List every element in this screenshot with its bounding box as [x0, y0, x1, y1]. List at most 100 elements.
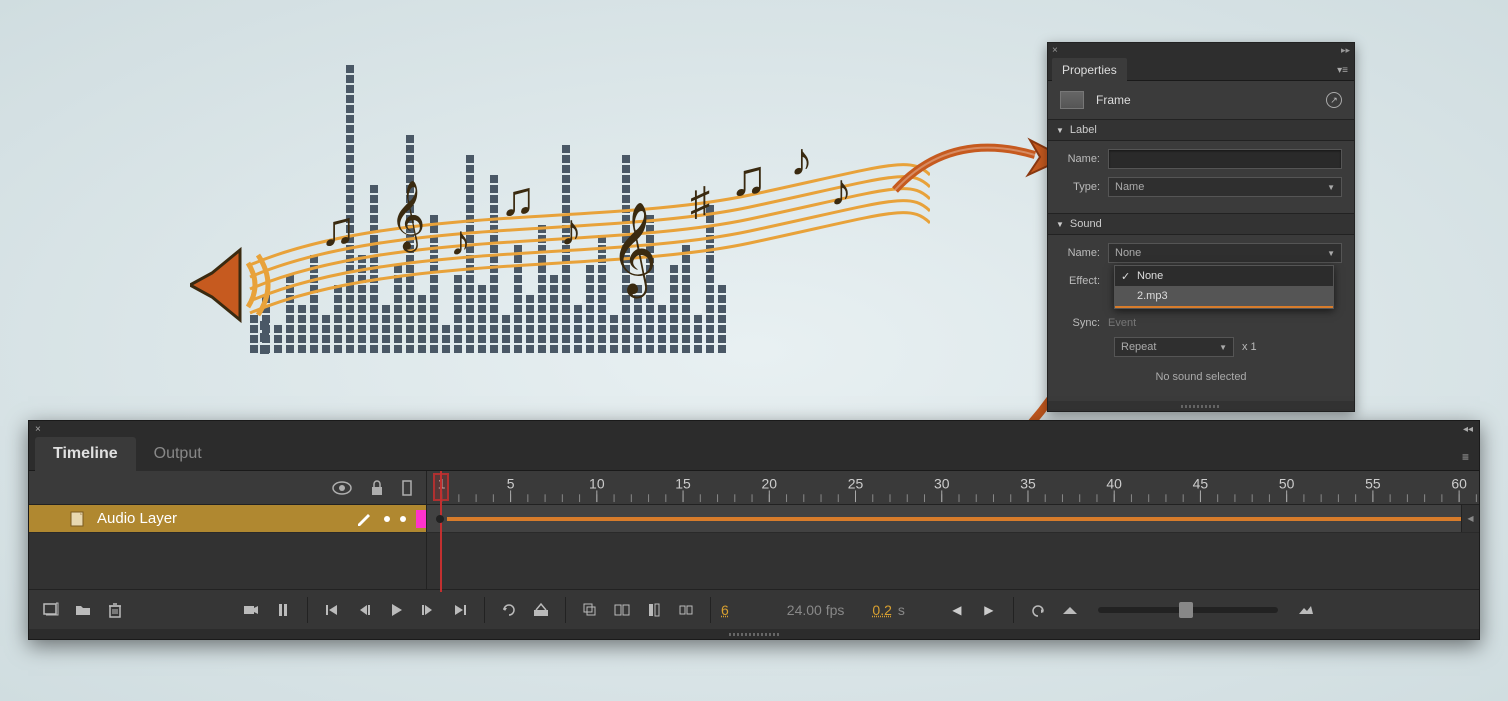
goto-first-button[interactable] [318, 597, 346, 623]
tab-properties[interactable]: Properties [1052, 58, 1127, 81]
panel-menu-icon[interactable]: ▾≡ [1331, 61, 1354, 80]
timeline-menu-icon[interactable]: ≡ [1452, 444, 1479, 470]
sound-repeat-dropdown[interactable]: Repeat ▼ [1114, 337, 1234, 357]
sound-name-value: None [1115, 247, 1141, 259]
step-forward-button[interactable] [414, 597, 442, 623]
svg-text:15: 15 [675, 477, 691, 492]
scroll-right-button[interactable]: ▶ [975, 597, 1003, 623]
svg-text:10: 10 [589, 477, 605, 492]
frame-icon [1060, 91, 1084, 109]
frame-ruler[interactable]: 151015202530354045505560 [427, 471, 1479, 504]
zoom-slider[interactable] [1098, 607, 1278, 613]
onion-skin-button[interactable] [527, 597, 555, 623]
collapse-icon[interactable]: ▸▸ [1341, 45, 1350, 56]
timeline-titlebar[interactable]: × ◂◂ [29, 421, 1479, 437]
pause-button[interactable] [269, 597, 297, 623]
tab-timeline[interactable]: Timeline [35, 437, 136, 471]
svg-text:30: 30 [934, 477, 950, 492]
onion-skin-outlines-button[interactable] [576, 597, 604, 623]
playhead-line[interactable] [440, 471, 442, 592]
fps-value[interactable]: 24.00 fps [787, 602, 845, 618]
outline-icon[interactable] [402, 480, 412, 496]
timeline-toolbar: 6 24.00 fps 0.2 s ◀ ▶ [29, 589, 1479, 629]
play-button[interactable] [382, 597, 410, 623]
close-icon[interactable]: × [1052, 45, 1058, 56]
dropdown-option-none[interactable]: None [1115, 266, 1333, 286]
zoom-in-icon[interactable] [1292, 597, 1320, 623]
caret-icon: ▼ [1327, 183, 1335, 192]
new-folder-button[interactable] [69, 597, 97, 623]
layer-audio[interactable]: Audio Layer [29, 505, 427, 532]
time-value[interactable]: 0.2 [872, 602, 891, 618]
audio-track[interactable] [427, 505, 1479, 532]
help-icon[interactable]: ↗ [1326, 92, 1342, 108]
disclosure-icon: ▼ [1056, 220, 1064, 229]
layer-color-swatch[interactable] [416, 510, 426, 528]
current-frame[interactable]: 6 [721, 602, 729, 618]
sound-repeat-count: x 1 [1242, 341, 1257, 353]
label-type-dropdown[interactable]: Name ▼ [1108, 177, 1342, 197]
lock-dot[interactable] [400, 516, 406, 522]
sound-name-dropdown[interactable]: None ▼ [1108, 243, 1342, 263]
sound-sync-lbl: Sync: [1060, 317, 1100, 329]
tab-output[interactable]: Output [136, 437, 220, 471]
delete-button[interactable] [101, 597, 129, 623]
undo-button[interactable] [1024, 597, 1052, 623]
caret-icon: ▼ [1327, 249, 1335, 258]
pencil-icon[interactable] [356, 510, 374, 528]
new-layer-button[interactable] [37, 597, 65, 623]
zoom-out-icon[interactable] [1056, 597, 1084, 623]
visibility-dot[interactable] [384, 516, 390, 522]
label-name-lbl: Name: [1060, 153, 1100, 165]
svg-text:5: 5 [507, 477, 515, 492]
step-back-button[interactable] [350, 597, 378, 623]
edit-multiple-frames-button[interactable] [608, 597, 636, 623]
svg-text:♫: ♫ [730, 150, 768, 206]
svg-text:♪: ♪ [560, 206, 582, 255]
layer-column-header [29, 471, 427, 504]
section-sound-header[interactable]: ▼ Sound [1048, 213, 1354, 235]
disclosure-icon: ▼ [1056, 126, 1064, 135]
time-unit: s [898, 602, 905, 618]
svg-text:♪: ♪ [790, 134, 813, 185]
svg-text:60: 60 [1451, 477, 1467, 492]
loop-button[interactable] [495, 597, 523, 623]
camera-button[interactable] [237, 597, 265, 623]
scroll-left-button[interactable]: ◀ [943, 597, 971, 623]
svg-text:40: 40 [1106, 477, 1122, 492]
svg-text:35: 35 [1020, 477, 1036, 492]
dropdown-option-2mp3[interactable]: 2.mp3 [1115, 286, 1333, 308]
modify-markers-button[interactable] [640, 597, 668, 623]
svg-text:♯: ♯ [690, 179, 710, 224]
close-icon[interactable]: × [35, 424, 41, 435]
svg-text:♪: ♪ [450, 219, 471, 265]
keyframe-dot[interactable] [436, 515, 444, 523]
label-name-input[interactable] [1108, 149, 1342, 169]
svg-text:25: 25 [848, 477, 864, 492]
sound-sync-value: Event [1108, 317, 1136, 329]
timeline-panel: × ◂◂ Timeline Output ≡ 15101520253035404… [28, 420, 1480, 640]
svg-text:45: 45 [1193, 477, 1209, 492]
layer-icon [69, 510, 87, 528]
track-scroll-handle[interactable] [1461, 505, 1479, 532]
eye-icon[interactable] [332, 481, 352, 495]
svg-text:♫: ♫ [320, 203, 356, 256]
svg-text:50: 50 [1279, 477, 1295, 492]
timeline-resize-grip[interactable] [29, 629, 1479, 639]
center-frame-button[interactable] [672, 597, 700, 623]
collapse-icon[interactable]: ◂◂ [1463, 424, 1473, 435]
lock-icon[interactable] [370, 480, 384, 496]
section-sound-title: Sound [1070, 218, 1102, 230]
properties-panel: × ▸▸ Properties ▾≡ Frame ↗ ▼ Label Name:… [1047, 42, 1355, 412]
svg-text:20: 20 [762, 477, 778, 492]
svg-text:𝄞: 𝄞 [610, 203, 657, 298]
goto-last-button[interactable] [446, 597, 474, 623]
panel-resize-grip[interactable] [1048, 401, 1354, 411]
sound-effect-lbl: Effect: [1060, 275, 1100, 287]
sound-name-dropdown-list: None 2.mp3 [1114, 265, 1334, 309]
zoom-slider-thumb[interactable] [1179, 602, 1193, 618]
waveform [447, 517, 1479, 521]
no-sound-message: No sound selected [1060, 365, 1342, 393]
section-label-header[interactable]: ▼ Label [1048, 119, 1354, 141]
panel-titlebar[interactable]: × ▸▸ [1048, 43, 1354, 57]
